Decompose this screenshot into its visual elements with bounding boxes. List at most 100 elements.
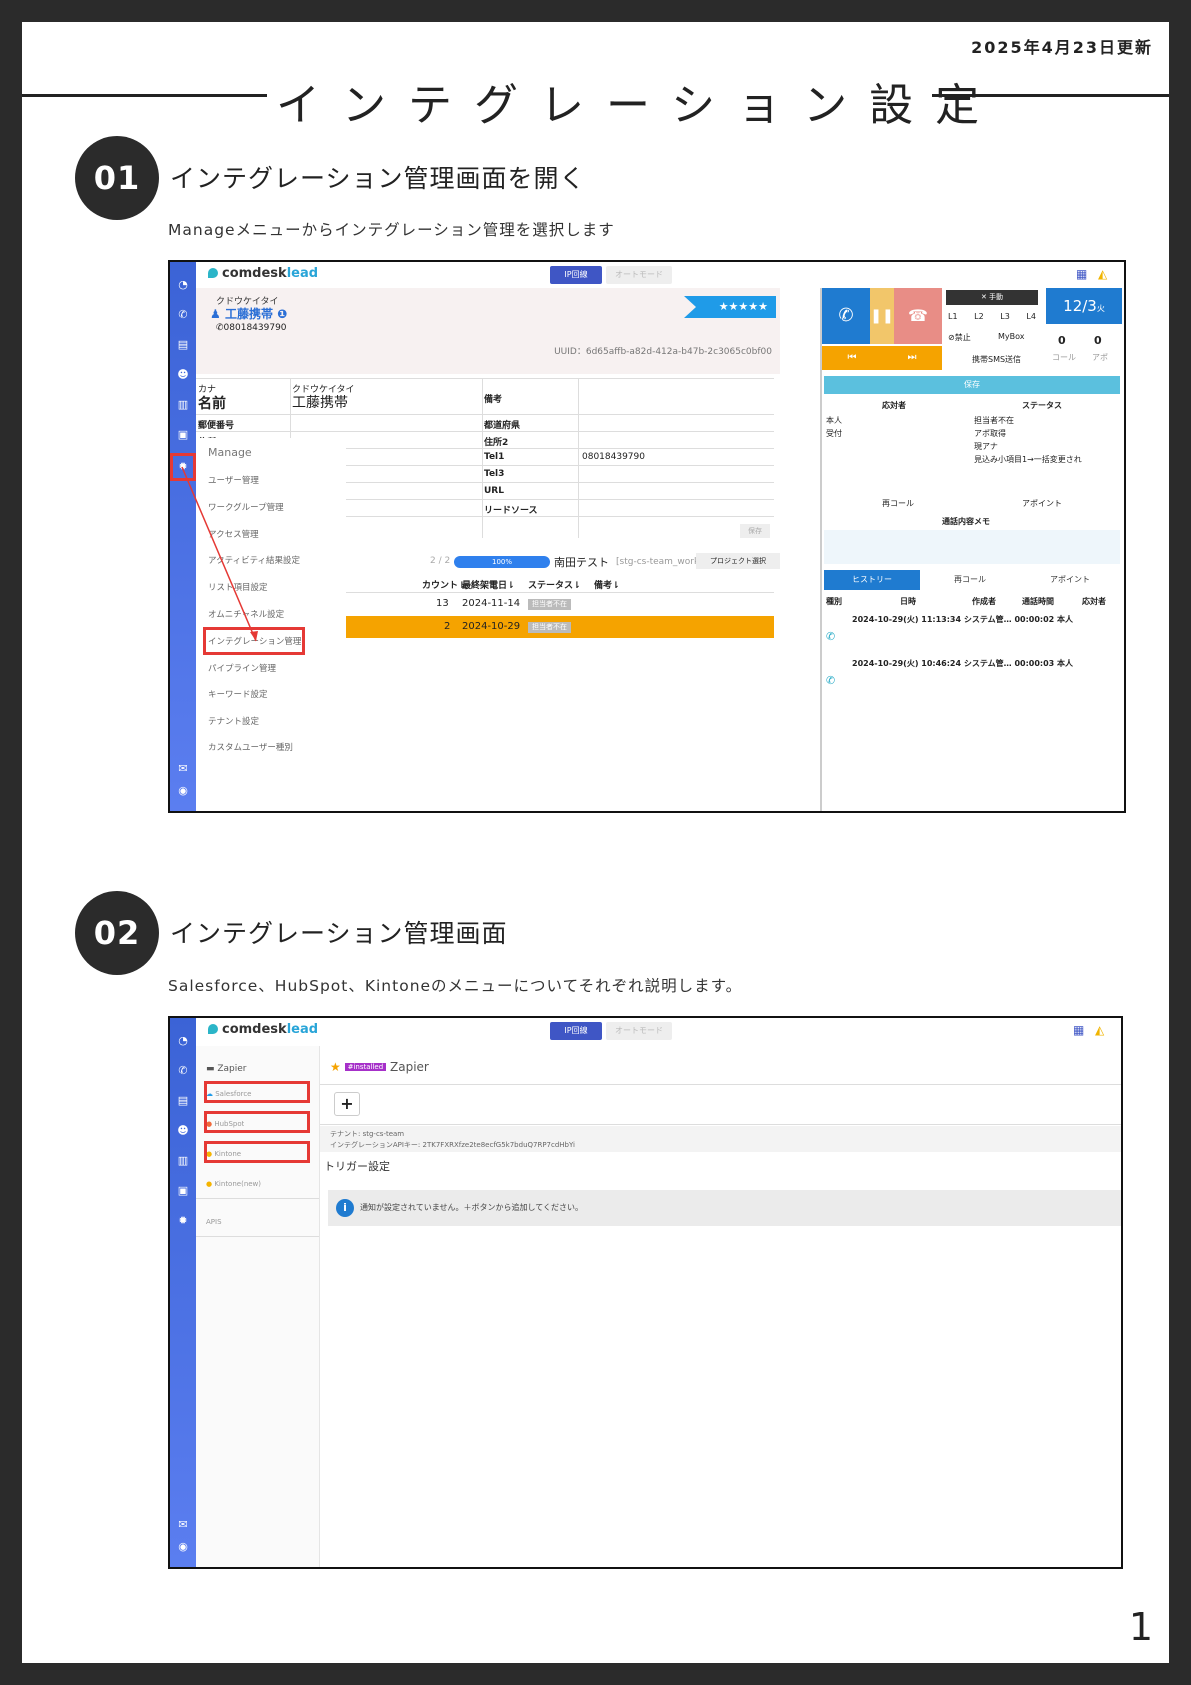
- step-title-1: インテグレーション管理画面を開く: [170, 164, 586, 193]
- auto-mode-button[interactable]: オートモード: [606, 1022, 672, 1040]
- menu-item-custom-user-types[interactable]: カスタムユーザー種別: [208, 741, 293, 753]
- tab-recall[interactable]: 再コール: [922, 570, 1018, 590]
- responder-option[interactable]: 受付: [826, 427, 842, 440]
- chat-icon[interactable]: ✉: [176, 1518, 190, 1532]
- chart-icon[interactable]: ▥: [176, 1154, 190, 1168]
- support-icon[interactable]: ◉: [176, 784, 190, 798]
- tab-history[interactable]: ヒストリー: [824, 570, 920, 590]
- calendar-icon[interactable]: ▦: [1076, 267, 1090, 281]
- sidebar-item-kintone-new[interactable]: ● Kintone(new): [206, 1180, 261, 1188]
- rating-stars[interactable]: ★★★★★: [684, 296, 776, 318]
- integration-sidebar: ▬ Zapier ☁ Salesforce ● HubSpot ● Kinton…: [196, 1046, 320, 1567]
- manual-toggle[interactable]: ✕ 手動: [946, 290, 1038, 305]
- calendar-icon[interactable]: ▣: [176, 1184, 190, 1198]
- step-title-2: インテグレーション管理画面: [170, 919, 508, 948]
- title-rule-right: [932, 94, 1169, 97]
- line-4-button[interactable]: L4: [1026, 312, 1036, 321]
- pause-icon[interactable]: ❚❚: [870, 288, 894, 344]
- title-rule-left: [22, 94, 267, 97]
- status-header: ステータス: [1022, 401, 1062, 410]
- memo-textarea[interactable]: [824, 530, 1120, 564]
- menu-item-tenant[interactable]: テナント設定: [208, 715, 259, 727]
- sidebar-item-apis[interactable]: APIS: [206, 1218, 222, 1226]
- status-list[interactable]: 担当者不在 アポ取得 現アナ 見込み小項目1→一括変更され: [974, 414, 1106, 466]
- previous-icon[interactable]: ⏮: [822, 346, 882, 370]
- row-date: 2024-10-29: [462, 621, 521, 632]
- bell-icon[interactable]: ◭: [1098, 267, 1112, 281]
- ip-line-button[interactable]: IP回線: [550, 266, 602, 284]
- status-option[interactable]: 担当者不在: [974, 414, 1106, 427]
- next-icon[interactable]: ⏭: [882, 346, 942, 370]
- row-count: 2: [444, 621, 451, 632]
- database-icon[interactable]: ▤: [176, 1094, 190, 1108]
- block-button[interactable]: ⊘禁止: [948, 332, 971, 343]
- call-history-icon: ✆: [826, 630, 836, 643]
- page-title: インテグレーション設定: [276, 80, 1002, 131]
- gear-icon[interactable]: ✹: [176, 1214, 190, 1228]
- call-icon[interactable]: ✆: [822, 288, 870, 344]
- calendar-icon[interactable]: ▦: [1073, 1023, 1087, 1037]
- status-option[interactable]: 見込み小項目1→一括変更され: [974, 453, 1106, 466]
- tab-appoint[interactable]: アポイント: [1020, 570, 1120, 590]
- appoint-button[interactable]: アポイント: [1022, 498, 1062, 509]
- col-status[interactable]: ステータス⇂: [528, 578, 581, 591]
- hangup-icon[interactable]: ☎: [894, 288, 942, 344]
- pref-label: 都道府県: [484, 421, 521, 431]
- support-icon[interactable]: ◉: [176, 1540, 190, 1554]
- ip-line-button[interactable]: IP回線: [550, 1022, 602, 1040]
- auto-mode-button[interactable]: オートモード: [606, 266, 672, 284]
- updated-date: 2025年4月23日更新: [971, 38, 1153, 57]
- col-remarks[interactable]: 備考⇂: [594, 578, 620, 591]
- call-history-icon: ✆: [826, 674, 836, 687]
- integration-main: ★ #installed Zapier + テナント: stg-cs-team …: [320, 1046, 1121, 1567]
- history-row[interactable]: 2024-10-29(火) 11:13:34 システム管… 00:00:02 本…: [852, 614, 1073, 625]
- line-3-button[interactable]: L3: [1000, 312, 1010, 321]
- lead-source-label: リードソース: [484, 506, 538, 516]
- menu-item-keywords[interactable]: キーワード設定: [208, 688, 268, 700]
- status-option[interactable]: アポ取得: [974, 427, 1106, 440]
- url-label: URL: [484, 486, 504, 496]
- line-buttons: L1 L2 L3 L4: [948, 312, 1036, 321]
- phone-icon[interactable]: ✆: [176, 1064, 190, 1078]
- col-count[interactable]: カウント⇂: [422, 578, 466, 591]
- menu-item-pipelines[interactable]: パイプライン管理: [208, 662, 276, 674]
- tel1-label: Tel1: [484, 452, 505, 462]
- remarks-label: 備考: [484, 395, 503, 405]
- kintone-highlight-box: [204, 1141, 310, 1163]
- row-date: 2024-11-14: [462, 598, 521, 609]
- chat-icon[interactable]: ✉: [176, 762, 190, 776]
- tenant-text: テナント: stg-cs-team: [330, 1130, 405, 1138]
- apo-count: 0: [1094, 334, 1102, 347]
- status-save-button[interactable]: 保存: [824, 376, 1120, 394]
- col-last-call[interactable]: 最終架電日⇂: [462, 578, 515, 591]
- bell-icon[interactable]: ◭: [1095, 1023, 1109, 1037]
- responder-option[interactable]: 本人: [826, 414, 842, 427]
- project-select-button[interactable]: プロジェクト選択: [696, 553, 780, 569]
- favorite-star-icon[interactable]: ★: [330, 1060, 341, 1074]
- project-name: 南田テスト: [554, 556, 609, 569]
- responder-list[interactable]: 本人 受付: [826, 414, 842, 440]
- line-2-button[interactable]: L2: [974, 312, 984, 321]
- users-icon[interactable]: ☻: [176, 1124, 190, 1138]
- history-row[interactable]: 2024-10-29(火) 10:46:24 システム管… 00:00:03 本…: [852, 658, 1073, 669]
- responder-header: 応対者: [882, 401, 906, 410]
- tel3-label: Tel3: [484, 469, 505, 479]
- screenshot-integration-page: ◔ ✆ ▤ ☻ ▥ ▣ ✹ ✉ ◉ comdesklead IP回線 オートモー…: [168, 1016, 1123, 1569]
- mybox-button[interactable]: MyBox: [998, 332, 1025, 341]
- dashboard-icon[interactable]: ◔: [176, 1034, 190, 1048]
- step-desc-2: Salesforce、HubSpot、Kintoneのメニューについてそれぞれ説…: [168, 977, 743, 995]
- line-1-button[interactable]: L1: [948, 312, 958, 321]
- tel1-value[interactable]: 08018439790: [582, 452, 645, 462]
- status-option[interactable]: 現アナ: [974, 440, 1106, 453]
- call-count: 0: [1058, 334, 1066, 347]
- page-number: 1: [1128, 1605, 1153, 1649]
- form-save-button[interactable]: 保存: [740, 524, 770, 538]
- table-row[interactable]: 2 2024-10-29 担当者不在: [346, 616, 774, 638]
- add-button[interactable]: +: [334, 1092, 360, 1116]
- sms-button[interactable]: 携帯SMS送信: [972, 354, 1021, 365]
- sidebar-item-zapier[interactable]: ▬ Zapier: [206, 1064, 247, 1074]
- api-key-text: インテグレーションAPIキー: 2TK7FXRXfze2te8ecfG5k7bd…: [330, 1141, 575, 1149]
- recall-button[interactable]: 再コール: [882, 498, 914, 509]
- app-logo: comdesklead: [208, 1022, 318, 1037]
- table-row[interactable]: 13 2024-11-14 担当者不在: [346, 594, 774, 614]
